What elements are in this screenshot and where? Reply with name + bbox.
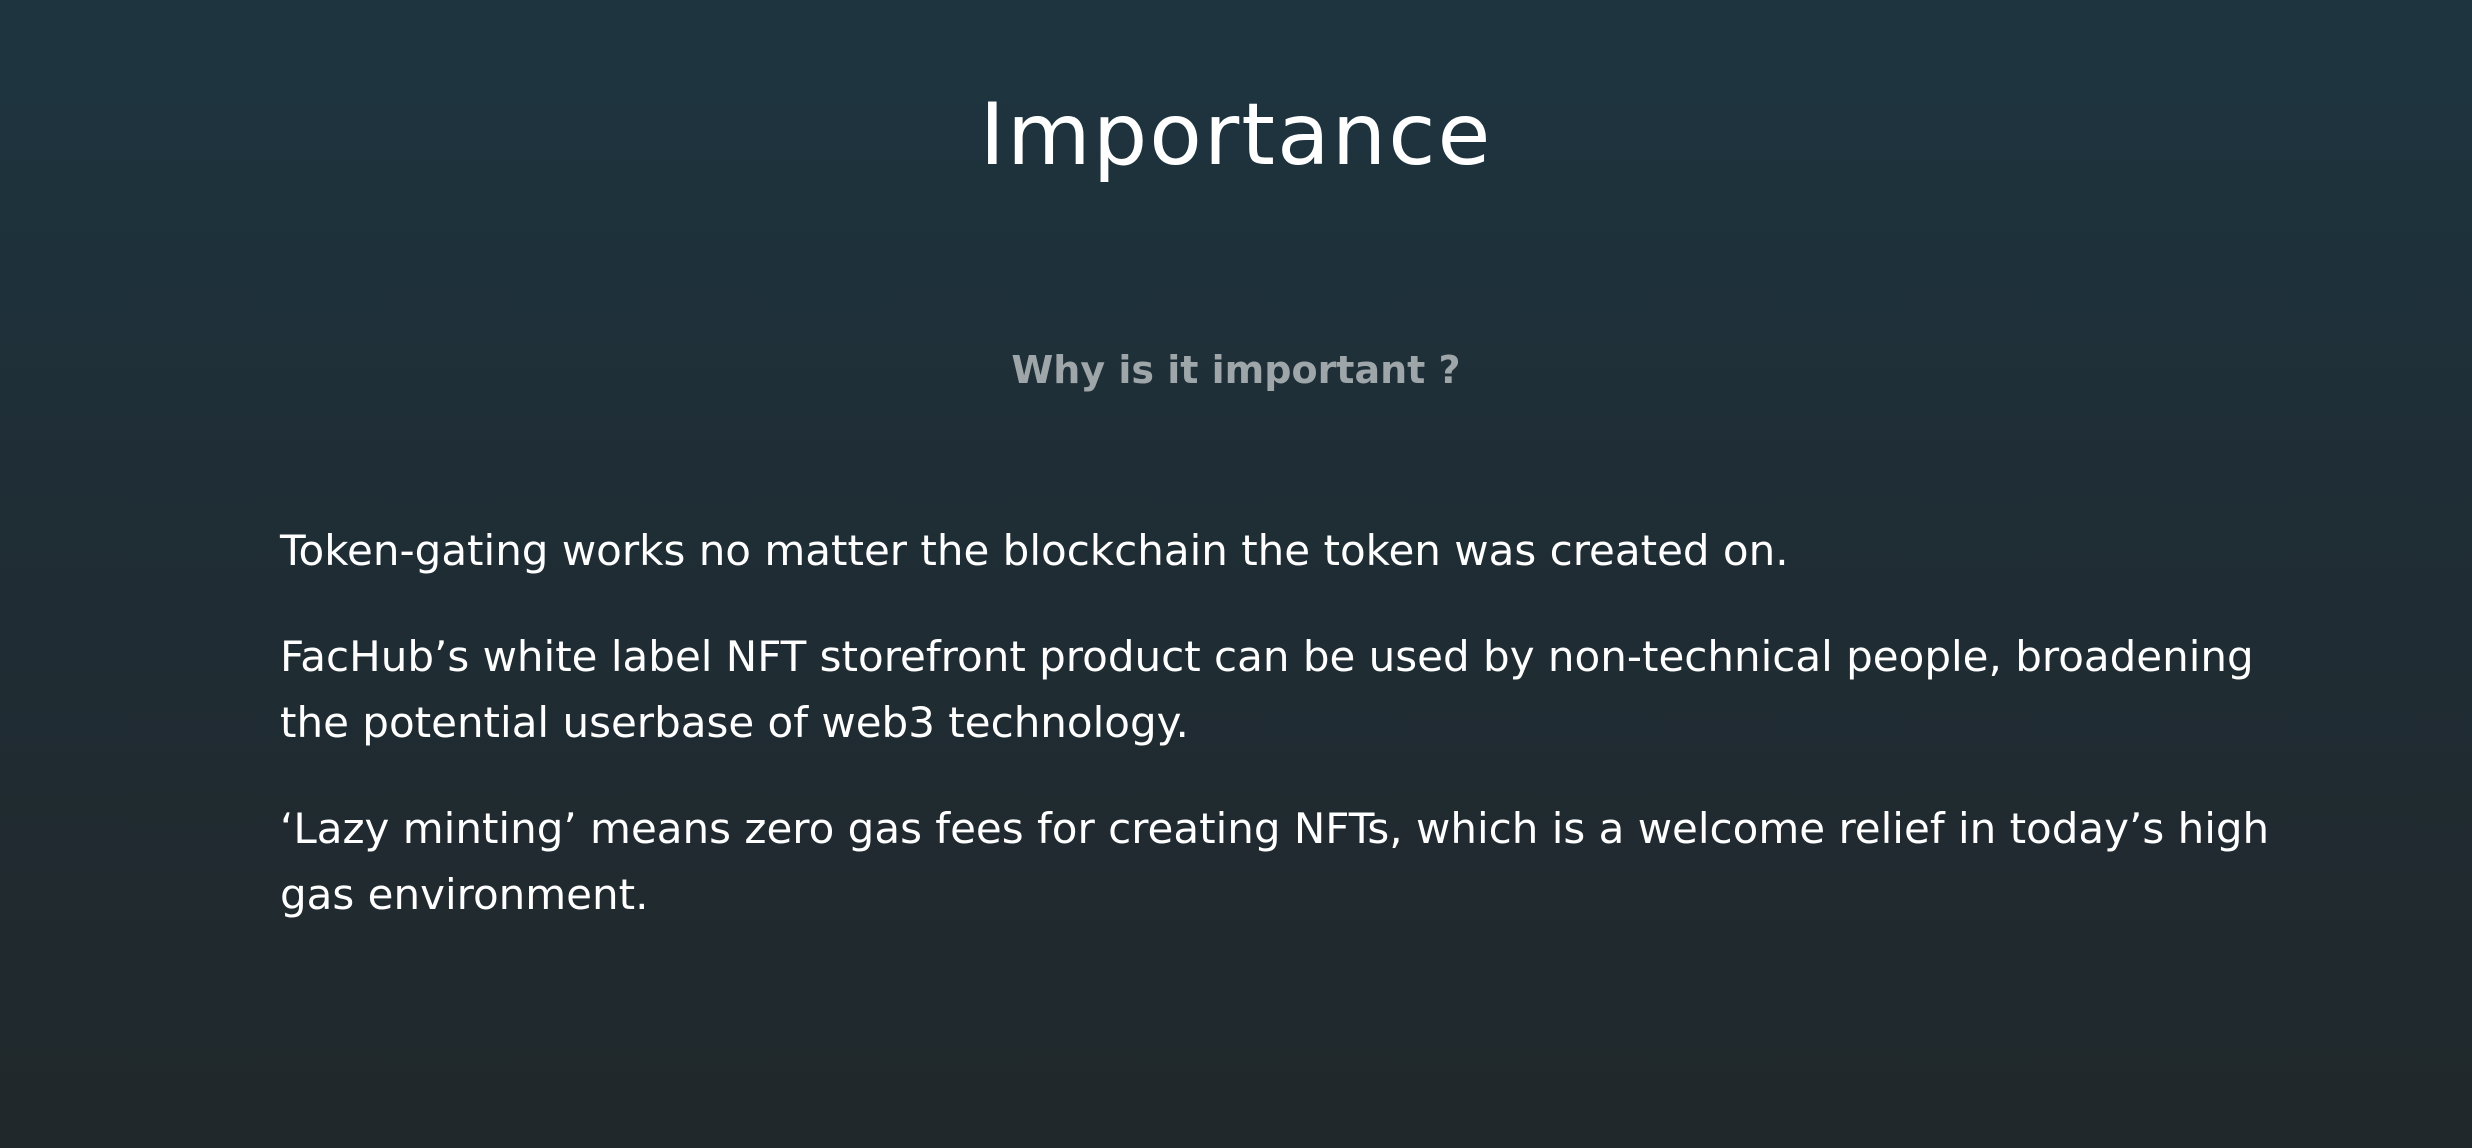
importance-section: Importance Why is it important ? Token-g… [0,0,2472,1148]
section-subtitle: Why is it important ? [1011,348,1461,392]
page-title: Importance [979,85,1493,185]
paragraph-lazy-minting: ‘Lazy minting’ means zero gas fees for c… [280,804,2270,919]
paragraph-token-gating: Token-gating works no matter the blockch… [280,526,1789,575]
body-text: Token-gating works no matter the blockch… [280,518,2270,968]
paragraph-white-label-storefront: FacHub’s white label NFT storefront prod… [280,632,2254,747]
